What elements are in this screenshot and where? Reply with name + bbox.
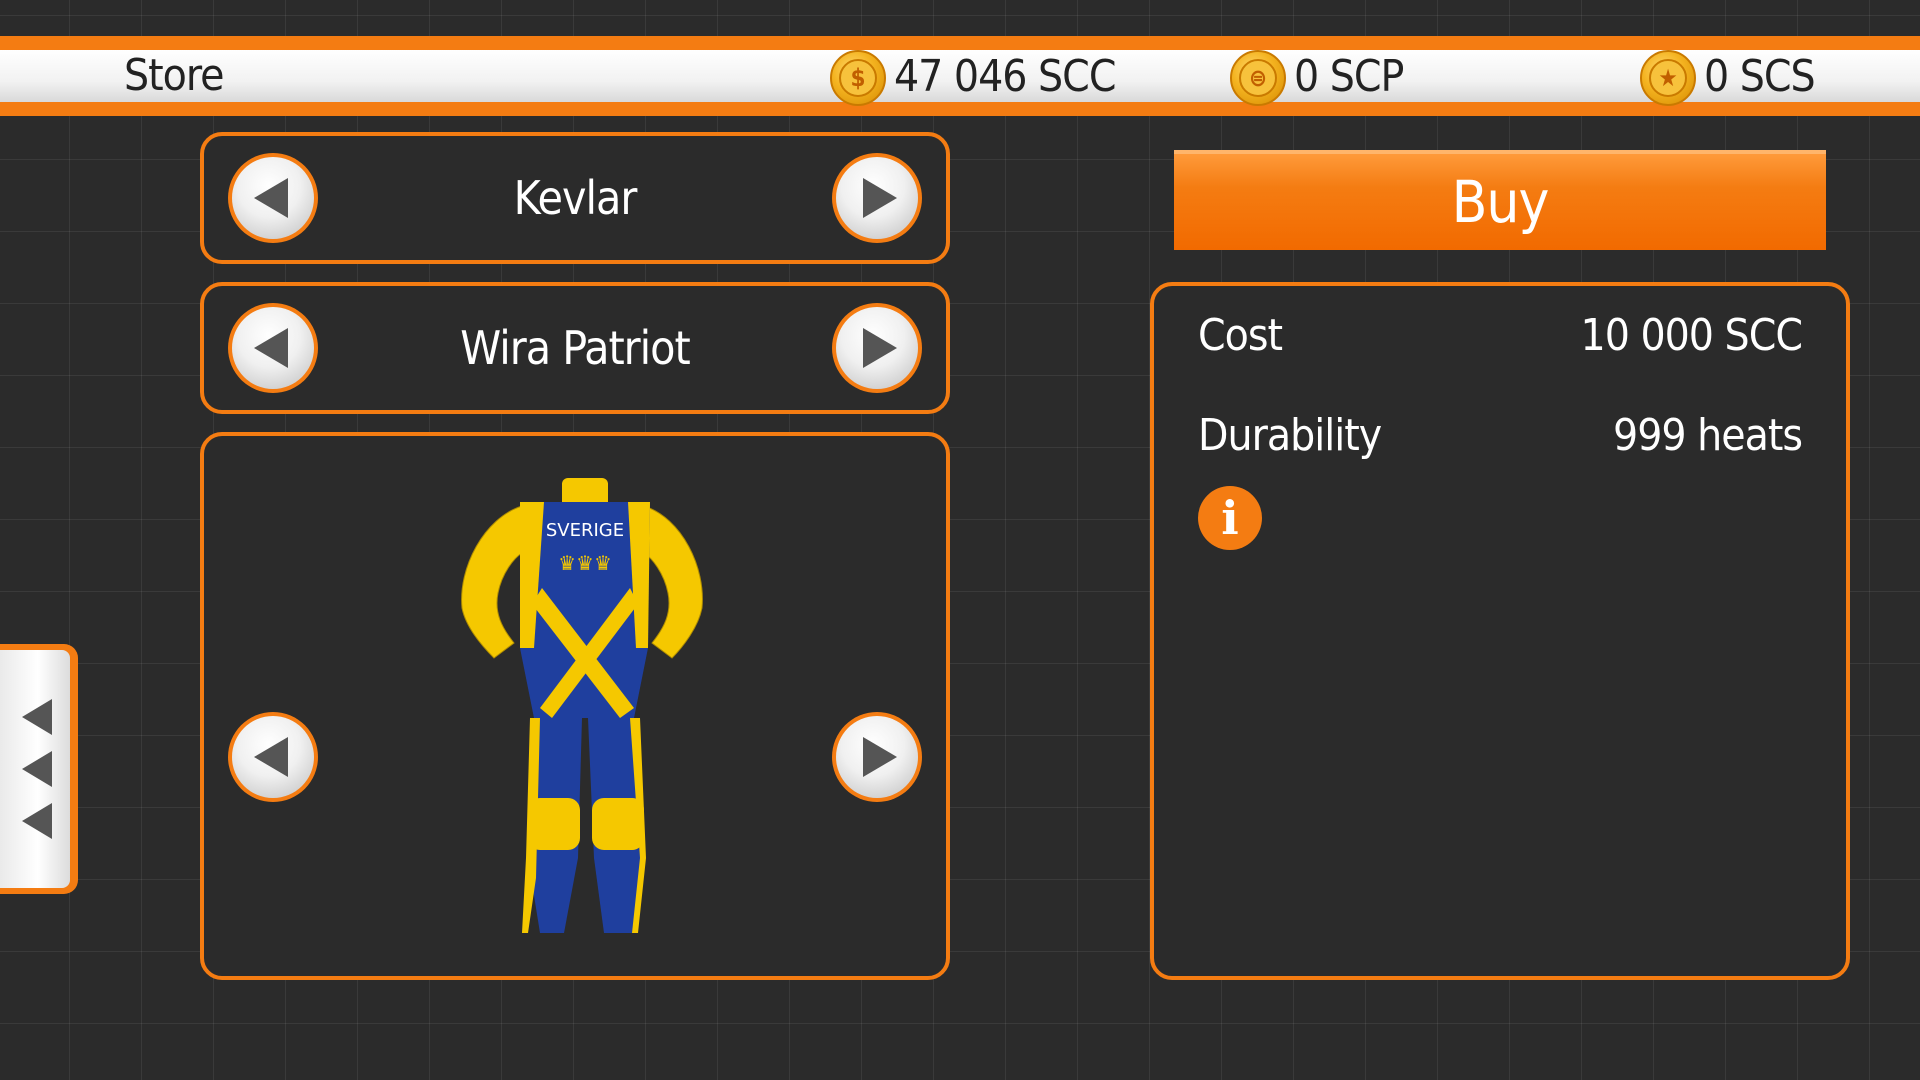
arrow-right-icon	[863, 178, 897, 218]
arrow-left-icon	[254, 328, 288, 368]
side-menu-tab-face	[0, 650, 70, 888]
material-next-face	[836, 157, 918, 239]
coin-star-icon: ★	[1640, 50, 1696, 106]
arrow-right-icon	[863, 737, 897, 777]
currency-scs-value: 0 SCS	[1704, 50, 1816, 102]
durability-value: 999 heats	[1613, 410, 1803, 461]
suit-text: SVERIGE	[546, 520, 624, 541]
side-menu-tab[interactable]	[0, 644, 78, 894]
arrow-left-icon	[22, 699, 52, 735]
cost-row: Cost 10 000 SCC	[1198, 310, 1803, 361]
coin-scp-icon: ⊜	[1230, 50, 1286, 106]
cost-value: 10 000 SCC	[1580, 310, 1803, 361]
suit-right-knee	[592, 798, 644, 850]
info-icon[interactable]: i	[1198, 486, 1262, 550]
currency-scp: ⊜ 0 SCP	[1230, 50, 1404, 106]
arrow-left-icon	[22, 751, 52, 787]
color-prev-face	[232, 716, 314, 798]
color-prev-button[interactable]	[228, 712, 318, 802]
suit-next-button[interactable]	[832, 303, 922, 393]
crown-icon: ♛♛♛	[558, 551, 612, 575]
suit-preview-panel: ♛♛♛ SVERIGE	[200, 432, 950, 980]
suit-prev-button[interactable]	[228, 303, 318, 393]
material-prev-face	[232, 157, 314, 239]
color-next-button[interactable]	[832, 712, 922, 802]
page-title: Store	[124, 50, 225, 101]
details-panel: Cost 10 000 SCC Durability 999 heats i	[1150, 282, 1850, 980]
suit-left-knee	[528, 798, 580, 850]
suit-next-face	[836, 307, 918, 389]
arrow-left-icon	[254, 178, 288, 218]
currency-scc-value: 47 046 SCC	[894, 50, 1116, 102]
durability-label: Durability	[1198, 410, 1382, 461]
coin-star-symbol: ★	[1649, 59, 1687, 97]
currency-scc: $ 47 046 SCC	[830, 50, 1116, 106]
arrow-left-icon	[22, 803, 52, 839]
suit-selector: Wira Patriot	[200, 282, 950, 414]
top-bar-strip: Store $ 47 046 SCC ⊜ 0 SCP ★ 0 SCS	[0, 50, 1920, 106]
racing-suit-image: ♛♛♛ SVERIGE	[461, 478, 703, 933]
top-bar: Store $ 47 046 SCC ⊜ 0 SCP ★ 0 SCS	[0, 36, 1920, 116]
color-next-face	[836, 716, 918, 798]
buy-button[interactable]: Buy	[1174, 150, 1826, 250]
coin-scp-symbol: ⊜	[1239, 59, 1277, 97]
suit-prev-face	[232, 307, 314, 389]
coin-dollar-symbol: $	[839, 59, 877, 97]
cost-label: Cost	[1198, 310, 1283, 361]
currency-scp-value: 0 SCP	[1294, 50, 1404, 102]
material-selector: Kevlar	[200, 132, 950, 264]
arrow-left-icon	[254, 737, 288, 777]
coin-dollar-icon: $	[830, 50, 886, 106]
material-prev-button[interactable]	[228, 153, 318, 243]
suit-right-arm	[643, 505, 703, 659]
suit-left-arm	[461, 505, 523, 659]
material-next-button[interactable]	[832, 153, 922, 243]
durability-row: Durability 999 heats	[1198, 410, 1803, 461]
arrow-right-icon	[863, 328, 897, 368]
currency-scs: ★ 0 SCS	[1640, 50, 1816, 106]
